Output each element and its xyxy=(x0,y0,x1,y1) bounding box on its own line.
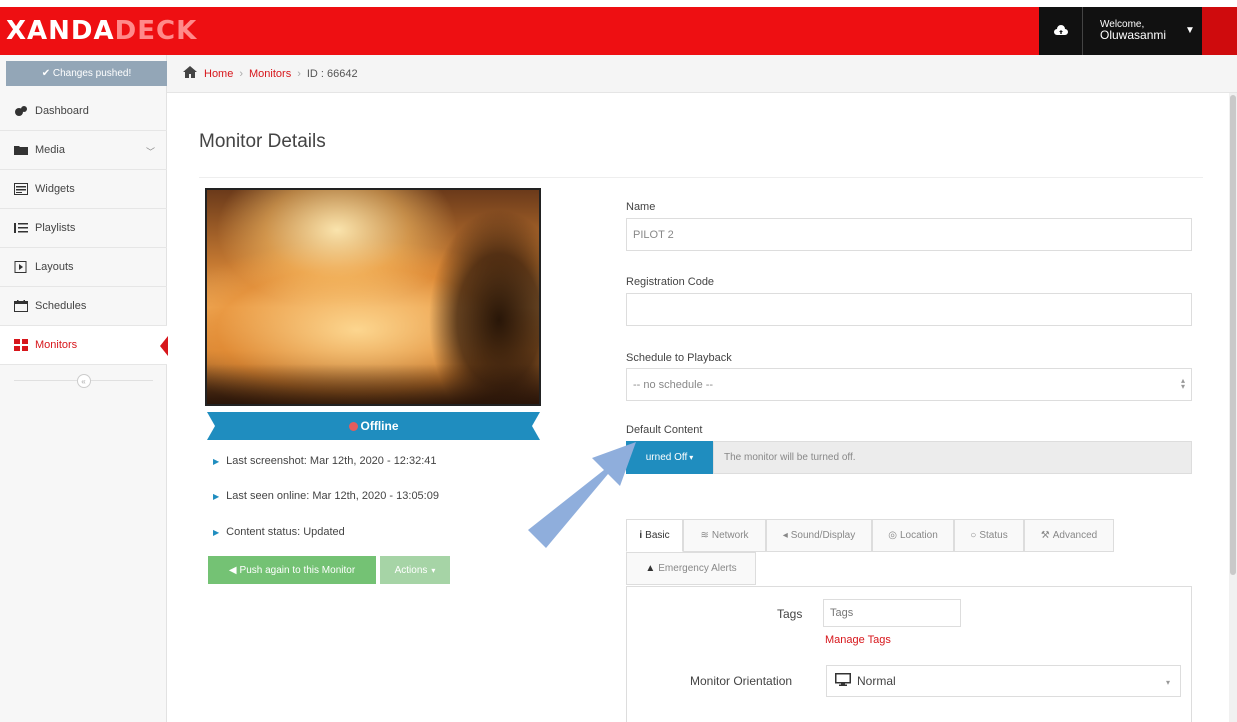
sidebar-item-dashboard[interactable]: Dashboard xyxy=(0,92,167,131)
calendar-icon xyxy=(14,300,28,312)
push-again-button[interactable]: ◀ Push again to this Monitor xyxy=(208,556,376,584)
breadcrumb-home[interactable]: Home xyxy=(204,68,233,80)
default-content-label: Default Content xyxy=(626,424,703,436)
wrench-icon: ⚒ xyxy=(1040,530,1050,541)
tab-location[interactable]: ◎ Location xyxy=(872,519,954,552)
monitor-screenshot[interactable] xyxy=(205,188,541,406)
widget-icon xyxy=(14,183,28,195)
registration-code-label: Registration Code xyxy=(626,276,715,288)
folder-icon xyxy=(14,144,28,156)
speaker-icon: ◂ xyxy=(782,530,788,541)
divider xyxy=(199,177,1203,178)
wifi-icon: ≋ xyxy=(700,530,709,541)
last-seen-info: ▶ Last seen online: Mar 12th, 2020 - 13:0… xyxy=(213,490,439,502)
warning-icon: ▲ xyxy=(645,563,656,574)
caret-right-icon: ▶ xyxy=(213,457,220,466)
header-edge xyxy=(1202,7,1237,55)
home-icon[interactable] xyxy=(183,66,197,81)
page-title: Monitor Details xyxy=(199,131,326,152)
info-icon: i xyxy=(639,530,643,541)
chevron-down-icon: ▾ xyxy=(431,565,436,575)
registration-code-input[interactable] xyxy=(626,293,1192,326)
tab-emergency-alerts[interactable]: ▲ Emergency Alerts xyxy=(626,552,756,585)
status-dot-icon xyxy=(348,421,358,431)
location-icon: ◎ xyxy=(888,530,897,541)
content-status-info: ▶ Content status: Updated xyxy=(213,526,345,538)
brand-logo[interactable]: XANDADECK xyxy=(6,16,197,46)
list-icon xyxy=(14,222,28,234)
tags-input[interactable]: Tags xyxy=(823,599,961,627)
monitors-icon xyxy=(14,339,28,351)
schedule-select[interactable]: -- no schedule -- ▴ ▾ xyxy=(626,368,1192,401)
chevron-down-icon: ▾ xyxy=(689,453,694,462)
sidebar-item-widgets[interactable]: Widgets xyxy=(0,170,167,209)
breadcrumb-monitors[interactable]: Monitors xyxy=(249,68,291,80)
page-scrollbar[interactable] xyxy=(1229,93,1237,722)
manage-tags-link[interactable]: Manage Tags xyxy=(825,634,891,646)
tags-label: Tags xyxy=(777,607,803,621)
monitor-orientation-label: Monitor Orientation xyxy=(690,674,793,688)
chevron-down-icon: ▾ xyxy=(1165,678,1170,687)
caret-right-icon: ▶ xyxy=(213,492,220,501)
monitor-orientation-select[interactable]: Normal ▾ xyxy=(826,665,1181,697)
status-icon: ○ xyxy=(970,530,977,541)
layout-icon xyxy=(14,261,28,273)
last-screenshot-info: ▶ Last screenshot: Mar 12th, 2020 - 12:32… xyxy=(213,455,437,467)
cloud-upload-icon[interactable] xyxy=(1039,7,1083,55)
status-ribbon: Offline xyxy=(207,412,540,440)
sidebar-item-monitors[interactable]: Monitors xyxy=(0,326,168,365)
sidebar-collapse: « xyxy=(0,370,167,392)
active-indicator xyxy=(160,336,168,356)
user-area: Welcome, Oluwasanmi ▼ xyxy=(1039,7,1202,55)
breadcrumb: Home › Monitors › ID : 66642 xyxy=(167,55,1237,93)
changes-pushed-badge: ✔ Changes pushed! xyxy=(6,61,167,86)
breadcrumb-current: ID : 66642 xyxy=(306,67,358,80)
name-label: Name xyxy=(626,201,656,213)
monitor-icon xyxy=(835,673,851,689)
sidebar-item-playlists[interactable]: Playlists xyxy=(0,209,167,248)
tab-basic[interactable]: i Basic xyxy=(626,519,683,552)
collapse-sidebar-icon[interactable]: « xyxy=(76,374,91,388)
tab-status[interactable]: ○ Status xyxy=(954,519,1024,552)
caret-right-icon: ▶ xyxy=(213,528,220,537)
status-text: Offline xyxy=(360,419,399,433)
chevron-down-icon[interactable]: ▼ xyxy=(1185,25,1195,36)
send-icon: ◀ xyxy=(228,564,237,576)
user-menu[interactable]: Welcome, Oluwasanmi xyxy=(1100,19,1166,41)
default-content-message: The monitor will be turned off. xyxy=(713,441,1192,474)
schedule-label: Schedule to Playback xyxy=(626,352,732,364)
top-navbar: XANDADECK Welcome, Oluwasanmi ▼ xyxy=(0,7,1237,55)
name-input[interactable]: PILOT 2 xyxy=(626,218,1192,251)
select-arrows-icon: ▴ ▾ xyxy=(1180,376,1185,391)
scrollbar-thumb[interactable] xyxy=(1230,95,1236,575)
sidebar-item-media[interactable]: Media ﹀ xyxy=(0,131,167,170)
actions-button[interactable]: Actions ▾ xyxy=(380,556,450,584)
dashboard-icon xyxy=(14,105,28,117)
sidebar-nav: Dashboard Media ﹀ Widgets Playlists Layo… xyxy=(0,92,168,365)
tab-advanced[interactable]: ⚒ Advanced xyxy=(1024,519,1114,552)
sidebar-item-layouts[interactable]: Layouts xyxy=(0,248,167,287)
tab-network[interactable]: ≋ Network xyxy=(683,519,766,552)
sidebar: ✔ Changes pushed! Dashboard Media ﹀ Widg… xyxy=(0,55,168,722)
chevron-down-icon[interactable]: ﹀ xyxy=(146,145,155,158)
sidebar-item-schedules[interactable]: Schedules xyxy=(0,287,167,326)
tab-sound-display[interactable]: ◂ Sound/Display xyxy=(766,519,872,552)
